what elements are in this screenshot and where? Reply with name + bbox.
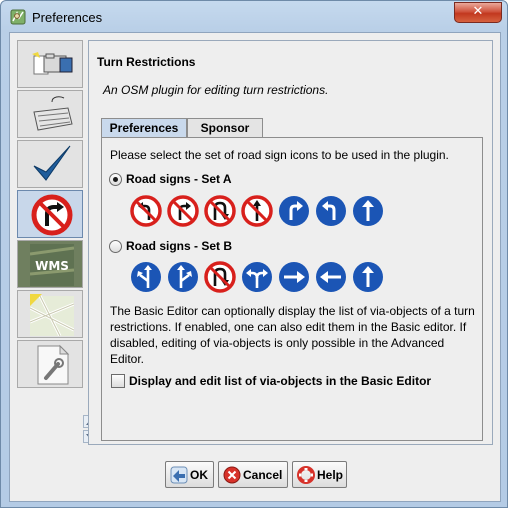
app-icon xyxy=(10,9,26,25)
ok-label: OK xyxy=(190,468,208,482)
sign-set-prompt: Please select the set of road sign icons… xyxy=(110,148,449,162)
set-a-signs xyxy=(130,195,390,229)
ok-button[interactable]: OK xyxy=(165,461,214,488)
set-b-label: Road signs - Set B xyxy=(126,239,233,253)
no-u-turn-icon xyxy=(204,261,236,293)
only-right-turn-icon xyxy=(279,196,309,226)
cancel-button[interactable]: Cancel xyxy=(218,461,288,488)
only-right-or-straight-icon xyxy=(168,262,198,292)
sidebar-tab-validator[interactable] xyxy=(17,140,83,188)
no-u-turn-icon xyxy=(204,195,236,227)
only-left-or-straight-icon xyxy=(131,262,161,292)
sidebar-tab-turn-restrictions[interactable] xyxy=(17,190,83,238)
via-objects-option[interactable]: Display and edit list of via-objects in … xyxy=(111,374,431,390)
option-set-a[interactable]: Road signs - Set A xyxy=(109,172,269,188)
set-b-signs xyxy=(130,261,390,295)
help-button[interactable]: Help xyxy=(292,461,347,488)
no-straight-on-icon xyxy=(241,195,273,227)
preference-tab-list: WMS xyxy=(17,40,96,445)
via-objects-label: Display and edit list of via-objects in … xyxy=(129,374,432,388)
radio-set-a[interactable] xyxy=(109,173,122,186)
radio-set-b[interactable] xyxy=(109,240,122,253)
panel-description: An OSM plugin for editing turn restricti… xyxy=(103,83,329,97)
sidebar-tab-map[interactable] xyxy=(17,290,83,338)
sidebar-tab-advanced[interactable] xyxy=(17,340,83,388)
close-icon: ✕ xyxy=(472,4,484,19)
dialog-client: WMS Turn Restrictions An OSM plugin for … xyxy=(9,32,501,502)
ok-arrow-icon xyxy=(170,466,188,484)
no-left-turn-icon xyxy=(130,195,162,227)
preferences-tab-body: Please select the set of road sign icons… xyxy=(101,137,483,441)
tab-preferences[interactable]: Preferences xyxy=(101,118,187,138)
sidebar-tab-keyboard[interactable] xyxy=(17,90,83,138)
only-left-or-right-icon xyxy=(242,262,272,292)
only-straight-on-icon xyxy=(353,262,383,292)
turn-restrictions-panel: Turn Restrictions An OSM plugin for edit… xyxy=(88,40,493,445)
via-objects-info-text: The Basic Editor can optionally display … xyxy=(110,304,475,366)
dialog-button-bar: OK Cancel Help xyxy=(10,451,500,499)
document-wrench-icon xyxy=(37,344,70,385)
preferences-window: Preferences ✕ WMS Turn Restrictions An O… xyxy=(0,0,508,508)
sidebar-tab-display[interactable] xyxy=(17,40,83,88)
title-bar[interactable]: Preferences ✕ xyxy=(1,1,507,33)
folder-icon xyxy=(32,52,73,75)
option-set-b[interactable]: Road signs - Set B xyxy=(109,239,269,255)
tab-sponsor[interactable]: Sponsor xyxy=(187,118,263,137)
set-a-label: Road signs - Set A xyxy=(126,172,232,186)
cancel-icon xyxy=(223,466,241,484)
only-straight-on-icon xyxy=(353,196,383,226)
cancel-label: Cancel xyxy=(243,468,283,482)
help-label: Help xyxy=(317,468,344,482)
only-right-icon xyxy=(279,262,309,292)
wms-icon: WMS xyxy=(30,244,74,286)
close-button[interactable]: ✕ xyxy=(454,2,502,23)
checkmark-icon xyxy=(33,145,71,181)
panel-title: Turn Restrictions xyxy=(97,55,196,69)
keyboard-icon xyxy=(33,96,73,131)
map-icon xyxy=(30,294,74,336)
no-turn-sign-icon xyxy=(31,194,73,236)
window-title: Preferences xyxy=(32,10,103,25)
no-right-turn-icon xyxy=(167,195,199,227)
via-objects-checkbox[interactable] xyxy=(111,374,125,388)
wms-label: WMS xyxy=(35,259,69,273)
only-left-turn-icon xyxy=(316,196,346,226)
only-left-icon xyxy=(316,262,346,292)
lifebuoy-icon xyxy=(297,466,315,484)
sidebar-tab-wms[interactable]: WMS xyxy=(17,240,83,288)
